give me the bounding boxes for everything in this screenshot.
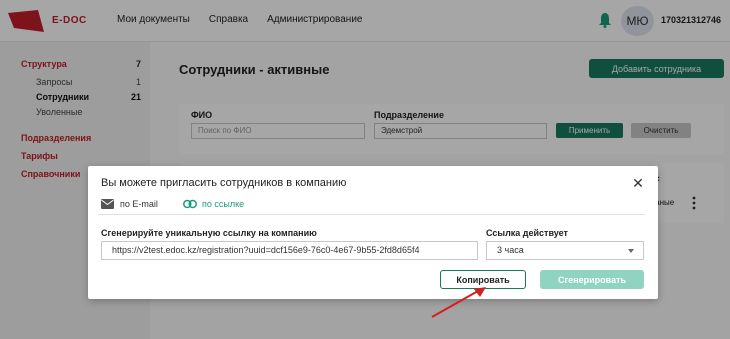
annotation-arrow-icon — [431, 287, 486, 318]
generate-link-label: Сгенерируйте уникальную ссылку на компан… — [101, 228, 317, 238]
link-duration-value: 3 часа — [497, 245, 524, 255]
link-icon — [183, 199, 197, 209]
invite-modal: Вы можете пригласить сотрудников в компа… — [88, 166, 658, 299]
invite-link-field[interactable]: https://v2test.edoc.kz/registration?uuid… — [101, 241, 478, 260]
tab-link[interactable]: по ссылке — [183, 199, 244, 209]
link-duration-label: Ссылка действует — [486, 228, 568, 238]
tab-link-label: по ссылке — [202, 199, 245, 209]
link-duration-select[interactable]: 3 часа — [486, 241, 644, 260]
tab-email[interactable]: по E-mail — [101, 199, 158, 209]
chevron-down-icon — [628, 249, 634, 253]
envelope-icon — [101, 199, 114, 209]
generate-button[interactable]: Сгенерировать — [540, 270, 644, 289]
close-icon[interactable]: ✕ — [630, 175, 646, 191]
tab-email-label: по E-mail — [120, 199, 158, 209]
modal-title: Вы можете пригласить сотрудников в компа… — [101, 177, 347, 189]
tab-divider — [98, 214, 645, 215]
